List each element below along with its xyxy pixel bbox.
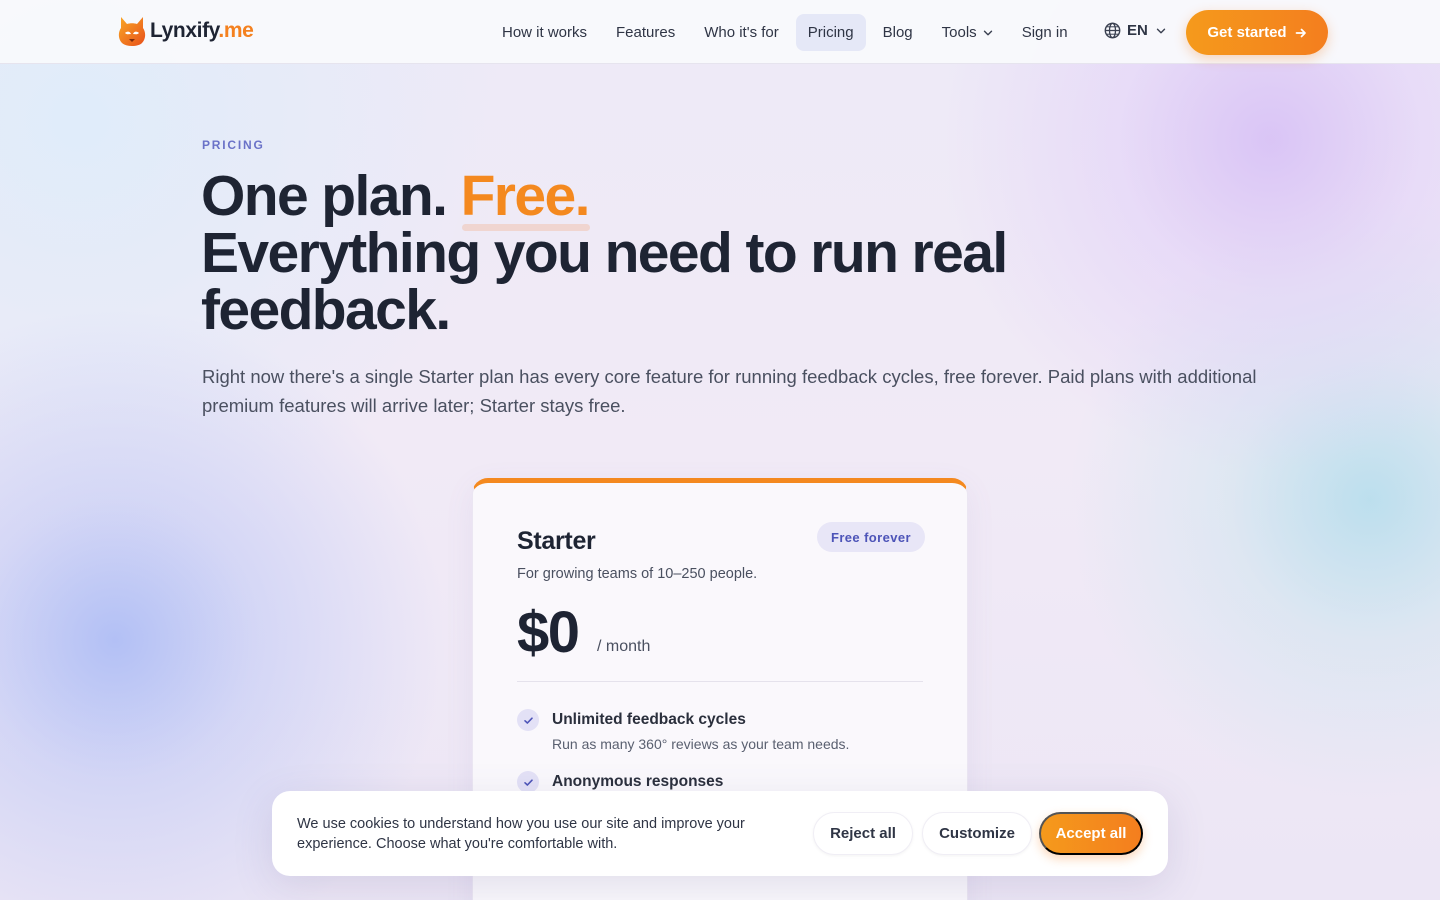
feature-title: Anonymous responses [552, 773, 724, 790]
nav-tools[interactable]: Tools [930, 14, 1005, 51]
check-icon [517, 771, 539, 793]
feature-title: Unlimited feedback cycles [552, 711, 746, 728]
plan-badge: Free forever [817, 522, 925, 552]
plan-description: For growing teams of 10–250 people. [517, 566, 758, 582]
language-selector[interactable]: EN [1104, 22, 1166, 39]
logo-name: Lynxify [150, 19, 219, 42]
nav-tools-label: Tools [941, 24, 977, 41]
title-highlight: Free. [460, 164, 590, 231]
feature-description: Run as many 360° reviews as your team ne… [552, 736, 850, 752]
nav-features[interactable]: Features [604, 14, 687, 51]
plan-price: $0 [517, 600, 580, 665]
globe-icon [1104, 22, 1121, 39]
plan-period: / month [597, 638, 651, 655]
plan-name: Starter [517, 527, 596, 555]
nav-pricing[interactable]: Pricing [795, 14, 866, 51]
site-header: Lynxify.me How it works Features Who it'… [0, 0, 1440, 64]
chevron-down-icon [1156, 28, 1166, 33]
logo-wordmark: Lynxify.me [150, 19, 254, 43]
cookie-message: We use cookies to understand how you use… [297, 816, 745, 852]
main-nav: How it works Features Who it's for Prici… [490, 14, 1085, 51]
get-started-label: Get started [1207, 24, 1287, 41]
section-eyebrow: PRICING [202, 138, 265, 152]
feature-item: Unlimited feedback cycles Run as many 36… [517, 709, 923, 754]
card-divider [517, 681, 923, 682]
nav-who-its-for[interactable]: Who it's for [692, 14, 791, 51]
reject-all-button[interactable]: Reject all [813, 812, 913, 855]
accept-all-button[interactable]: Accept all [1039, 812, 1143, 855]
title-rest: Everything you need to run real feedback… [201, 221, 1008, 342]
nav-blog[interactable]: Blog [871, 14, 925, 51]
title-prefix: One plan. [201, 164, 448, 228]
page-subtitle: Right now there's a single Starter plan … [202, 366, 1257, 416]
page-title: One plan. Free. Everything you need to r… [201, 168, 1241, 339]
language-code: EN [1127, 22, 1148, 39]
get-started-button[interactable]: Get started [1186, 10, 1328, 55]
lynx-logo-icon [118, 17, 146, 46]
cookie-banner: We use cookies to understand how you use… [272, 791, 1168, 876]
logo[interactable]: Lynxify.me [115, 13, 254, 49]
chevron-down-icon [983, 30, 992, 35]
logo-tld: .me [218, 19, 254, 42]
check-icon [517, 709, 539, 731]
nav-how-it-works[interactable]: How it works [490, 14, 599, 51]
arrow-right-icon [1295, 28, 1306, 37]
customize-button[interactable]: Customize [922, 812, 1032, 855]
feature-item: Anonymous responses [517, 771, 923, 793]
nav-sign-in[interactable]: Sign in [1010, 14, 1080, 51]
